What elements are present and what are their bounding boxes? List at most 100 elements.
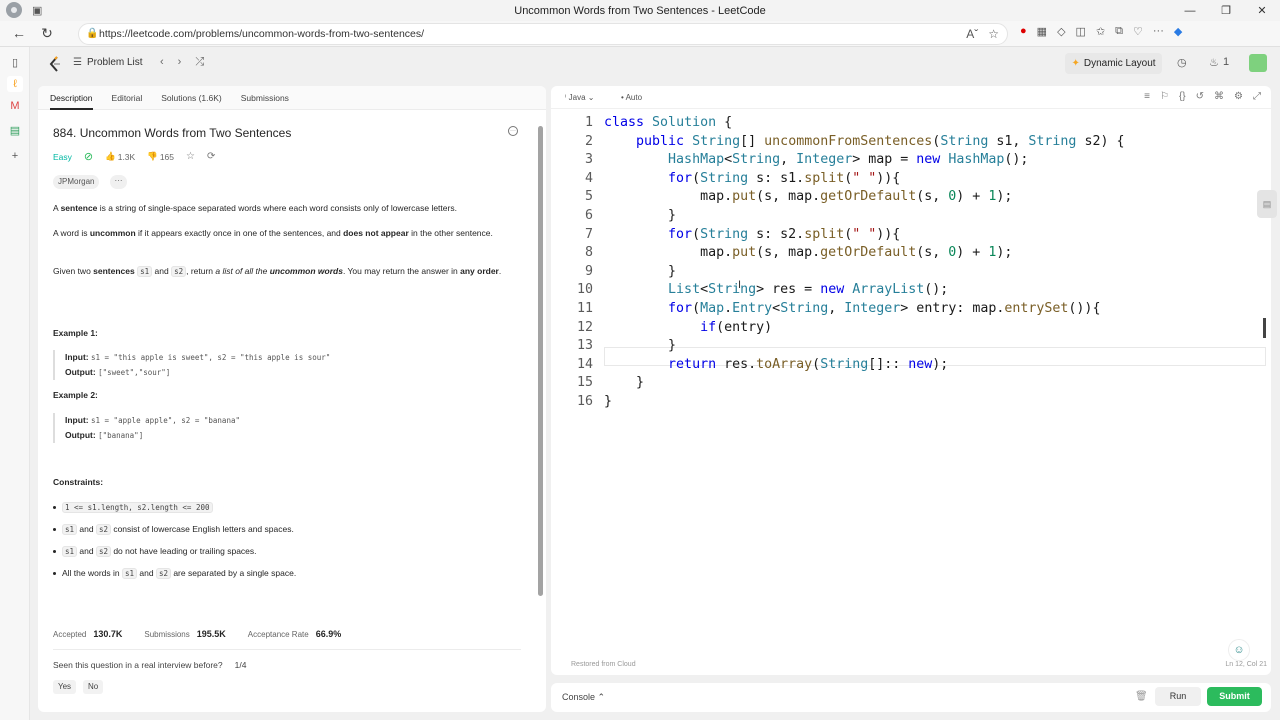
console-toggle[interactable]: Console ⌃	[562, 692, 605, 703]
reset-icon[interactable]: ↺	[1196, 91, 1204, 102]
tab-solutions[interactable]: Solutions (1.6K)	[161, 86, 221, 110]
trash-icon[interactable]: 🗑	[1135, 691, 1148, 702]
description-para-1: A sentence is a string of single-space s…	[53, 203, 457, 213]
problem-list-link[interactable]: ☰ Problem List	[73, 57, 143, 68]
tab-submissions[interactable]: Submissions	[241, 86, 289, 110]
format-icon[interactable]: ≡	[1144, 91, 1150, 102]
submit-button[interactable]: Submit	[1207, 687, 1262, 706]
braces-icon[interactable]: {}	[1179, 91, 1186, 102]
dynamic-layout-button[interactable]: ✦ Dynamic Layout	[1065, 53, 1162, 74]
collections-icon[interactable]: ⧉	[1115, 25, 1123, 38]
constraint-1: 1 <= s1.length, s2.length <= 200	[53, 502, 213, 513]
example-2-heading: Example 2:	[53, 390, 98, 400]
restored-status: Restored from Cloud	[571, 661, 636, 668]
solved-check-icon: ⊘	[83, 151, 94, 163]
browser-essentials-icon[interactable]: ♡	[1133, 25, 1143, 38]
refresh-icon[interactable]: ↻	[38, 25, 56, 42]
description-para-3: Given two sentences s1 and s2, return a …	[53, 266, 502, 277]
leetcode-logo-icon[interactable]	[48, 56, 62, 72]
leetcode-tab-icon[interactable]: ℓ	[7, 76, 23, 92]
browser-sidebar: ▯ ℓ M ▤ +	[0, 47, 30, 720]
sparkle-icon: ✦	[1071, 58, 1080, 69]
company-tag[interactable]: JPMorgan	[53, 175, 100, 189]
thumbs-down-icon: 👎	[147, 151, 158, 161]
user-avatar[interactable]	[1249, 54, 1267, 72]
favorites-icon[interactable]: ✩	[1096, 25, 1105, 38]
favorite-icon[interactable]: ☆	[186, 151, 195, 162]
like-button[interactable]: 👍 1.3K	[105, 151, 135, 162]
no-button[interactable]: No	[83, 680, 104, 694]
side-panel-icon[interactable]: ▤	[1257, 190, 1277, 218]
back-icon[interactable]: ←	[10, 25, 28, 41]
leetcode-nav: ☰ Problem List ‹ › ⤮ ✦ Dynamic Layout ◷ …	[30, 47, 1280, 80]
dislike-button[interactable]: 👎 165	[147, 151, 174, 162]
maximize-icon[interactable]: ❐	[1208, 0, 1244, 21]
minimize-icon[interactable]: —	[1172, 0, 1208, 21]
add-icon[interactable]: +	[7, 148, 23, 164]
problem-stats: Accepted 130.7K Submissions 195.5K Accepta…	[53, 629, 342, 639]
tab-editorial[interactable]: Editorial	[112, 86, 143, 110]
description-tabs: Description Editorial Solutions (1.6K) S…	[38, 86, 546, 110]
chat-icon[interactable]: ☺	[1228, 639, 1250, 661]
example-2-box: Input: s1 = "apple apple", s2 = "banana"…	[53, 413, 513, 443]
copilot-icon[interactable]: ◆	[1174, 25, 1182, 38]
read-aloud-icon[interactable]: Aˇ	[966, 27, 978, 41]
example-1-box: Input: s1 = "this apple is sweet", s2 = …	[53, 350, 513, 380]
url-field[interactable]: 🔒 https://leetcode.com/problems/uncommon…	[78, 23, 1008, 45]
description-scrollbar[interactable]	[538, 126, 543, 596]
auto-toggle[interactable]: • Auto	[621, 93, 642, 102]
example-1-heading: Example 1:	[53, 328, 98, 338]
extension-icon[interactable]: ▦	[1037, 25, 1047, 38]
code-area[interactable]: 1 class Solution { 2 public String[] unco…	[551, 114, 1271, 414]
favorite-star-icon[interactable]: ☆	[988, 27, 999, 41]
constraints-heading: Constraints:	[53, 477, 104, 487]
yes-button[interactable]: Yes	[53, 680, 77, 694]
run-button[interactable]: Run	[1155, 687, 1201, 706]
constraint-2: s1 and s2 consist of lowercase English l…	[53, 524, 294, 535]
text-cursor-icon: I	[738, 279, 742, 291]
problem-title: 884. Uncommon Words from Two Sentences	[53, 126, 292, 140]
description-panel: Description Editorial Solutions (1.6K) S…	[38, 86, 546, 712]
browser-title-bar: ▣ Uncommon Words from Two Sentences - Le…	[0, 0, 1280, 21]
console-bar: Console ⌃ 🗑 Run Submit	[551, 683, 1271, 712]
lock-icon: 🔒	[86, 28, 99, 39]
prev-problem-icon[interactable]: ‹	[160, 56, 164, 69]
problem-meta: Easy ⊘ 👍 1.3K 👎 165 ☆ ⟳	[53, 150, 215, 163]
cursor-position: Ln 12, Col 21	[1225, 661, 1267, 668]
editor-toolbar: ⁱ Java ⌄ • Auto ≡ ⚐ {} ↺ ⌘ ⚙ ⤢	[551, 86, 1271, 109]
language-select[interactable]: ⁱ Java ⌄	[565, 93, 595, 102]
tabs-icon[interactable]: ▯	[7, 54, 23, 70]
close-icon[interactable]: ✕	[1244, 0, 1280, 21]
extension-2-icon[interactable]: ◇	[1057, 25, 1065, 38]
window-title: Uncommon Words from Two Sentences - Leet…	[514, 5, 766, 17]
streak-count: 1	[1223, 56, 1230, 68]
shuffle-icon[interactable]: ⤮	[195, 56, 204, 69]
constraint-3: s1 and s2 do not have leading or trailin…	[53, 546, 257, 557]
interview-question: Seen this question in a real interview b…	[53, 660, 247, 670]
more-icon[interactable]: ···	[1153, 25, 1164, 38]
sheets-icon[interactable]: ▤	[7, 122, 23, 138]
info-icon[interactable]: ···	[508, 126, 518, 136]
address-bar: ← ↻ 🔒 https://leetcode.com/problems/unco…	[0, 21, 1280, 47]
settings-icon[interactable]: ⚙	[1234, 91, 1243, 102]
opera-extension-icon[interactable]: ●	[1020, 25, 1027, 38]
gmail-icon[interactable]: M	[7, 98, 23, 114]
difficulty-badge: Easy	[53, 151, 72, 162]
editor-scrollbar[interactable]	[1263, 318, 1266, 338]
timer-icon[interactable]: ◷	[1177, 56, 1187, 69]
thumbs-up-icon: 👍	[105, 151, 116, 161]
constraint-4: All the words in s1 and s2 are separated…	[53, 568, 296, 579]
tab-description[interactable]: Description	[50, 86, 93, 110]
next-problem-icon[interactable]: ›	[178, 56, 182, 69]
description-para-2: A word is uncommon if it appears exactly…	[53, 228, 493, 238]
bookmark-icon[interactable]: ⚐	[1160, 91, 1169, 102]
code-editor-panel: ⁱ Java ⌄ • Auto ≡ ⚐ {} ↺ ⌘ ⚙ ⤢ 1 class So…	[551, 86, 1271, 675]
expand-icon[interactable]: ⤢	[1253, 91, 1261, 102]
shortcut-icon[interactable]: ⌘	[1214, 91, 1224, 102]
url-text: https://leetcode.com/problems/uncommon-w…	[99, 28, 425, 40]
list-icon: ☰	[73, 57, 82, 68]
split-screen-icon[interactable]: ◫	[1076, 25, 1086, 38]
more-tags-button[interactable]: ···	[110, 175, 127, 189]
streak-fire-icon[interactable]: ♨	[1209, 56, 1219, 69]
share-icon[interactable]: ⟳	[207, 151, 215, 162]
